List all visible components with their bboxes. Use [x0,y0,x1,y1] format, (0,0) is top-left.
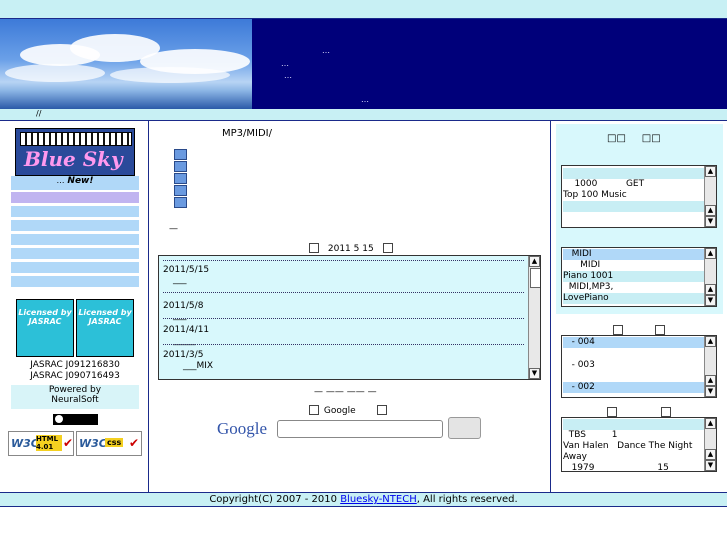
news-date: 2011/5/8 [163,301,204,311]
list-item[interactable] [563,168,704,179]
list-item[interactable]: Van Halen Dance The Night [563,441,704,452]
list-item[interactable] [563,371,704,382]
sidebar-item-5[interactable] [11,234,139,247]
sidebar-item-8[interactable] [11,276,139,289]
link-dashes[interactable]: — —— —— — [314,387,377,397]
sidebar-item-new[interactable]: … New! [11,176,139,192]
banner-line-4: … [361,95,369,104]
news-text[interactable]: ___ [173,311,187,321]
search-input[interactable] [277,420,443,438]
news-date: 2011/3/5 [163,350,204,360]
menu-icon-1[interactable] [174,149,187,160]
breadcrumb-text[interactable]: // [36,109,41,118]
search-button[interactable] [448,417,481,439]
google-logo: Google [217,419,268,438]
menu-icon-4[interactable] [174,185,187,196]
box3-heading [613,325,665,336]
menu-icon-5[interactable] [174,197,187,208]
powered-by-box[interactable]: Powered by NeuralSoft [11,385,139,409]
menu-icon-3[interactable] [174,173,187,184]
footer-link[interactable]: Bluesky-NTECH [340,494,417,505]
news-scrollbar[interactable]: ▲ ▼ [528,256,540,379]
today-box[interactable]: ▲ ▲ ▼ TBS 1 Van Halen Dance The Night Away… [561,417,717,472]
banner-line-2: … [281,59,289,68]
main-content: MP3/MIDI/ — 2011 5 15 ▲ ▼ 2011/5/15 ___ … [149,121,549,492]
dash-link[interactable]: — [169,224,178,234]
archive-box[interactable]: ▲ ▲ ▼ - 004 - 003 - 002 [561,335,717,398]
counter-widget [53,414,98,425]
jasrac-number-1: JASRAC J091216830 [30,360,120,370]
list-item[interactable] [563,419,704,430]
list-item[interactable]: MIDI [563,260,704,271]
right-top-heading: □□ □□ [607,133,661,144]
ranking-box[interactable]: ▲ ▲ ▼ 1000 GET Top 100 Music [561,165,717,228]
page-heading: MP3/MIDI/ [222,128,272,139]
checkbox-icon [382,243,393,253]
checkbox-icon [309,243,319,253]
jasrac-badge-1: Licensed by JASRAC [16,299,74,357]
w3c-html-badge[interactable]: W3C HTML 4.01 ✔ [8,431,74,456]
list-item[interactable]: 1000 GET [563,179,704,190]
scroll-down-icon[interactable]: ▼ [529,368,540,379]
google-option-row: Google [309,405,387,416]
menu-icon-2[interactable] [174,161,187,172]
list-item[interactable]: MIDI [563,249,704,260]
left-sidebar: Blue Sky … New! Licensed by JASRAC Licen… [0,121,149,492]
list-item[interactable] [563,348,704,359]
news-scroll-box[interactable]: ▲ ▼ 2011/5/15 ___ 2011/5/8 ___ 2011/4/11… [158,255,541,380]
list-item[interactable]: - 002 [563,382,704,393]
logo-text: Blue Sky [24,147,123,171]
list-item[interactable]: - 004 [563,337,704,348]
new-badge: New! [67,176,94,186]
news-date: 2011/4/11 [163,325,210,335]
list-item[interactable]: - 003 [563,360,704,371]
right-sidebar: □□ □□ ▲ ▲ ▼ 1000 GET Top 100 Music ▲ ▲ ▼ MID… [550,121,727,492]
list-item[interactable]: LovePiano [563,293,704,304]
news-date-heading: 2011 5 15 [309,243,393,254]
list-item[interactable]: MIDI,MP3, [563,282,704,293]
w3c-css-badge[interactable]: W3C css ✔ [76,431,142,456]
radio-icon[interactable] [309,405,319,415]
menu-icons [174,149,187,208]
jasrac-number-2: JASRAC J090716493 [30,371,120,381]
jasrac-badge-2: Licensed by JASRAC [76,299,134,357]
banner-line-3: … [284,71,292,80]
copyright-suffix: , All rights reserved. [416,494,518,505]
midi-links-box[interactable]: ▲ ▲ ▼ MIDI MIDI Piano 1001 MIDI,MP3, LoveP… [561,247,717,307]
list-item[interactable] [563,201,704,212]
list-item[interactable]: TBS 1 [563,430,704,441]
sidebar-item-7[interactable] [11,262,139,275]
sidebar-item-6[interactable] [11,248,139,261]
banner-line-1: … [322,46,330,55]
news-text[interactable]: ___ [173,275,187,285]
top-strip [0,0,727,19]
radio-icon[interactable] [376,405,387,415]
sidebar-item-2[interactable] [11,192,139,205]
box4-heading [607,407,671,418]
sidebar-item-3[interactable] [11,206,139,219]
header-banner: … … … … [0,19,727,109]
scroll-up-icon[interactable]: ▲ [529,256,540,267]
list-item[interactable]: 1979 15 [563,463,704,471]
list-item[interactable]: Away [563,452,704,463]
news-date: 2011/5/15 [163,265,210,275]
sky-image [0,19,252,109]
footer: Copyright(C) 2007 - 2010 Bluesky-NTECH, … [0,492,727,507]
list-item[interactable]: Top 100 Music [563,190,704,201]
breadcrumb: // [0,109,727,121]
sidebar-item-4[interactable] [11,220,139,233]
list-item[interactable]: Piano 1001 [563,271,704,282]
copyright-text: Copyright(C) 2007 - 2010 [209,494,341,505]
site-logo[interactable]: Blue Sky [15,128,135,176]
news-text[interactable]: ___MIX [183,361,213,371]
